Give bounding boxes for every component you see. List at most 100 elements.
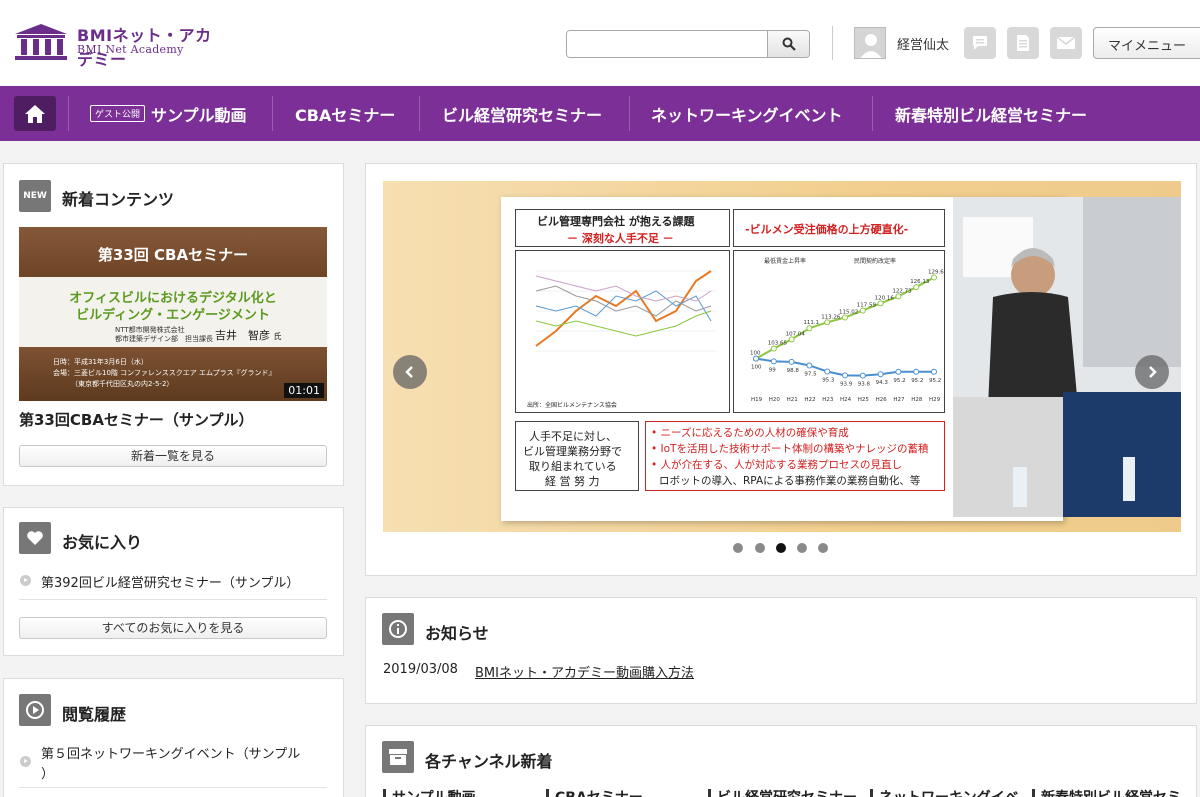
- comment-icon: [973, 36, 987, 50]
- channel-tab-new-year[interactable]: 新春特別ビル経営セミ: [1041, 787, 1181, 797]
- carousel-next-button[interactable]: [1135, 355, 1169, 389]
- blue-label: 94.3: [876, 380, 889, 386]
- nav-item-new-year-seminar[interactable]: 新春特別ビル経営セミナー: [895, 86, 1087, 141]
- nav-item-cba-seminar[interactable]: CBAセミナー: [295, 86, 395, 141]
- channel-tab-building[interactable]: ビル経営研究セミナー: [717, 787, 857, 797]
- carousel-dot-2[interactable]: [755, 543, 765, 553]
- green-label: 126.13: [910, 279, 930, 285]
- channel-tab-cba[interactable]: CBAセミナー: [555, 787, 643, 797]
- nav-divider: [872, 96, 873, 131]
- slide-efforts-line2: ビル管理業務分野で: [523, 445, 622, 458]
- year-tick: H28: [911, 397, 923, 403]
- chevron-right-icon: [1149, 366, 1157, 378]
- blue-label: 95.2: [911, 378, 923, 384]
- blue-label: 93.8: [858, 382, 871, 388]
- year-tick: H25: [858, 397, 870, 403]
- mail-icon: [1056, 36, 1076, 49]
- logo-subtitle: BMI Net Academy: [77, 43, 184, 56]
- document-icon: [1017, 35, 1029, 51]
- search-input[interactable]: [567, 31, 767, 57]
- archive-icon: [389, 749, 407, 765]
- video-duration: 01:01: [284, 383, 324, 398]
- comment-button[interactable]: [964, 27, 996, 59]
- notice-link[interactable]: BMIネット・アカデミー動画購入方法: [475, 662, 694, 681]
- slide-bullet: • ニーズに応えるための人材の確保や育成: [651, 427, 849, 439]
- green-point: [859, 307, 866, 314]
- green-point: [770, 345, 777, 352]
- thumbnail-speaker: 吉井 智彦 氏: [215, 329, 282, 342]
- avatar[interactable]: [854, 27, 886, 59]
- year-tick: H26: [876, 397, 888, 403]
- blue-point: [788, 358, 795, 365]
- channels-title: 各チャンネル新着: [425, 752, 553, 771]
- carousel-dot-5[interactable]: [818, 543, 828, 553]
- slide-bullet: • IoTを活用した技術サポート体制の構築やナレッジの蓄積: [651, 443, 929, 455]
- green-point: [895, 293, 902, 300]
- tab-marker: [870, 789, 873, 797]
- new-content-title[interactable]: 第33回CBAセミナー（サンプル）: [19, 409, 253, 430]
- search-button[interactable]: [767, 31, 809, 57]
- slide-price-title: -ビルメン受注価格の上方硬直化-: [745, 223, 909, 236]
- slide-line-chart: [515, 250, 730, 413]
- my-menu-button[interactable]: マイメニュー: [1093, 27, 1200, 59]
- blue-label: 100: [751, 365, 762, 371]
- site-logo[interactable]: BMIネット・アカデミー BMI Net Academy: [11, 18, 221, 69]
- nav-divider: [419, 96, 420, 131]
- green-label: 129.63: [928, 269, 944, 275]
- year-tick: H19: [751, 397, 763, 403]
- new-badge-icon: NEW: [19, 180, 51, 212]
- green-point: [877, 300, 884, 307]
- blue-point: [770, 358, 777, 365]
- channel-tab-networking[interactable]: ネットワーキングイベ: [879, 787, 1019, 797]
- slide-issue-title: ビル管理専門会社 が抱える課題: [537, 215, 695, 228]
- carousel-dot-1[interactable]: [733, 543, 743, 553]
- channel-tab-sample[interactable]: サンプル動画: [392, 787, 476, 797]
- mail-button[interactable]: [1050, 27, 1082, 59]
- logo-building-icon: [15, 24, 67, 60]
- carousel-slide[interactable]: ビル管理専門会社 が抱える課題 － 深刻な人手不足 － 出所：全国ビルメンテナン…: [383, 181, 1181, 532]
- thumbnail-date: 日時：平成31年3月6日（水）: [53, 358, 148, 366]
- green-point: [824, 319, 831, 326]
- green-label: 103.65: [768, 341, 788, 347]
- blue-point: [895, 368, 902, 375]
- favorites-title: お気に入り: [62, 533, 143, 552]
- green-label: 117.59: [857, 302, 877, 308]
- divider: [19, 599, 327, 600]
- nav-item-networking[interactable]: ネットワーキングイベント: [651, 86, 843, 141]
- search-box: [566, 30, 810, 58]
- legend-min-wage: 最低賃金上昇率: [764, 257, 806, 265]
- history-item-cont[interactable]: ）: [41, 763, 54, 782]
- thumbnail-venue: 会場：三菱ビル10階 コンファレンススクエア エムプラス『グランド』: [53, 369, 276, 377]
- green-point: [806, 325, 813, 332]
- carousel-dot-4[interactable]: [797, 543, 807, 553]
- green-label: 111.1: [803, 320, 819, 326]
- username[interactable]: 経営仙太: [897, 34, 949, 53]
- notices-title: お知らせ: [425, 624, 489, 643]
- header-divider: [832, 26, 833, 60]
- document-button[interactable]: [1007, 27, 1039, 59]
- new-content-thumbnail[interactable]: 第33回 CBAセミナー オフィスビルにおけるデジタル化と ビルディング・エンゲ…: [19, 227, 327, 401]
- view-new-list-button[interactable]: 新着一覧を見る: [19, 445, 327, 467]
- favorite-item[interactable]: 第392回ビル経営研究セミナー（サンプル）: [41, 572, 299, 591]
- view-all-favorites-button[interactable]: すべてのお気に入りを見る: [19, 617, 327, 639]
- slide-efforts-line1: 人手不足に対し、: [529, 430, 617, 443]
- play-circle-icon: [26, 701, 44, 719]
- nav-item-sample-videos[interactable]: ゲスト公開 サンプル動画: [90, 86, 247, 141]
- heart-icon-badge: [19, 522, 51, 554]
- year-tick: H23: [822, 397, 834, 403]
- history-item[interactable]: 第５回ネットワーキングイベント（サンプル: [41, 743, 300, 762]
- nav-divider: [68, 96, 69, 131]
- nav-item-label: サンプル動画: [151, 105, 247, 125]
- home-button[interactable]: [14, 96, 56, 131]
- search-icon: [782, 37, 796, 51]
- blue-label: 95.2: [893, 378, 905, 384]
- green-label: 115.02: [839, 309, 858, 315]
- slide-issue-sub: － 深刻な人手不足 －: [567, 232, 674, 245]
- carousel-prev-button[interactable]: [393, 355, 427, 389]
- nav-item-building-seminar[interactable]: ビル経営研究セミナー: [442, 86, 602, 141]
- green-label: 120.16: [875, 295, 895, 301]
- green-point: [842, 314, 848, 321]
- tab-marker: [383, 789, 386, 797]
- home-icon: [25, 104, 45, 123]
- carousel-dot-3[interactable]: [776, 543, 786, 553]
